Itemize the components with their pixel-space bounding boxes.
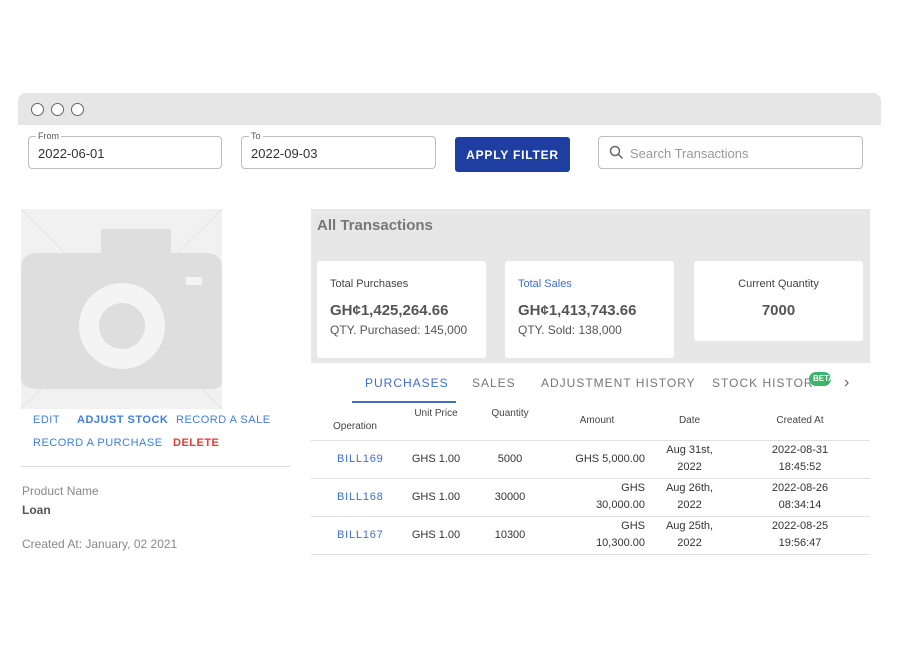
column-header: Operation [311,402,397,441]
created-time: 19:56:47 [778,537,822,549]
created-at-cell: 2022-08-26 08:34:14 [730,478,870,517]
created-at-cell: 2022-08-25 19:56:47 [730,516,870,555]
edit-link[interactable]: EDIT [33,414,60,426]
tab-adjustment-history[interactable]: ADJUSTMENT HISTORY [541,376,696,390]
column-header: Date [649,402,730,441]
card-value: 7000 [761,302,796,319]
created-date: 2022-08-31 [771,444,829,456]
date-line: 2022 [677,537,702,549]
transaction-tabs: PURCHASES SALES ADJUSTMENT HISTORY STOCK… [311,370,870,404]
created-time: 08:34:14 [778,499,822,511]
date-cell: Aug 31st, 2022 [649,440,730,479]
record-purchase-link[interactable]: RECORD A PURCHASE [33,437,163,449]
current-quantity-card: Current Quantity 7000 [694,261,863,341]
window-circle-icon[interactable] [51,103,64,116]
total-purchases-card: Total Purchases GH¢1,425,264.66 QTY. Pur… [317,261,486,358]
product-image-placeholder [21,209,222,409]
panel-title: All Transactions [317,217,433,234]
amount-line: 30,000.00 [596,499,645,511]
quantity-cell: 5000 [475,440,545,479]
created-date: 2022-08-25 [771,520,829,532]
unit-price-cell: GHS 1.00 [397,440,475,479]
from-date-field[interactable]: From 2022-06-01 [28,130,222,169]
tab-stock-history[interactable]: STOCK HISTOR [712,376,814,390]
column-header: Created At [730,402,870,441]
search-placeholder: Search Transactions [630,146,749,161]
from-date-value[interactable]: 2022-06-01 [38,146,105,161]
to-date-value[interactable]: 2022-09-03 [251,146,318,161]
quantity-cell: 30000 [475,478,545,517]
created-at-text: Created At: January, 02 2021 [22,537,178,551]
operation-link[interactable]: BILL167 [311,516,397,555]
product-name-value: Loan [22,503,51,517]
date-line: Aug 31st, [666,444,713,456]
search-icon [609,145,624,160]
card-value: GH¢1,413,743.66 [518,302,637,319]
amount-cell: GHS 5,000.00 [545,440,649,479]
created-time: 18:45:52 [778,461,822,473]
table-header-row: Operation Unit Price Quantity Amount Dat… [311,402,870,441]
beta-badge: BETA [809,372,831,386]
unit-price-cell: GHS 1.00 [397,516,475,555]
adjust-stock-link[interactable]: ADJUST STOCK [77,414,168,426]
table-row[interactable]: BILL168 GHS 1.00 30000 GHS 30,000.00 Aug … [311,478,870,517]
window-title-bar [18,93,881,125]
chevron-right-icon[interactable]: › [844,374,849,392]
window-circle-icon[interactable] [31,103,44,116]
amount-line: GHS [621,520,645,532]
total-sales-card: Total Sales GH¢1,413,743.66 QTY. Sold: 1… [505,261,674,358]
unit-price-cell: GHS 1.00 [397,478,475,517]
date-cell: Aug 26th, 2022 [649,478,730,517]
date-line: 2022 [677,461,702,473]
date-cell: Aug 25th, 2022 [649,516,730,555]
operation-link[interactable]: BILL169 [311,440,397,479]
created-date: 2022-08-26 [771,482,829,494]
card-subtext: QTY. Sold: 138,000 [518,323,622,337]
divider [21,466,290,467]
tab-sales[interactable]: SALES [472,376,516,390]
amount-cell: GHS 30,000.00 [545,478,649,517]
operation-link[interactable]: BILL168 [311,478,397,517]
transactions-summary-panel: All Transactions Total Purchases GH¢1,42… [311,209,870,363]
search-input[interactable]: Search Transactions [598,136,863,169]
card-title: Current Quantity [738,278,819,290]
table-row[interactable]: BILL167 GHS 1.00 10300 GHS 10,300.00 Aug … [311,516,870,555]
tab-purchases[interactable]: PURCHASES [365,376,449,390]
date-line: 2022 [677,499,702,511]
quantity-cell: 10300 [475,516,545,555]
card-subtext: QTY. Purchased: 145,000 [330,323,468,337]
amount-line: GHS 5,000.00 [575,452,645,465]
date-line: Aug 26th, [665,482,714,494]
window-circle-icon[interactable] [71,103,84,116]
card-title: Total Purchases [330,278,409,290]
amount-cell: GHS 10,300.00 [545,516,649,555]
column-header: Amount [545,402,649,441]
from-date-label: From [36,130,61,142]
to-date-field[interactable]: To 2022-09-03 [241,130,436,169]
record-sale-link[interactable]: RECORD A SALE [176,414,271,426]
amount-line: GHS [621,482,645,494]
date-line: Aug 25th, [665,520,714,532]
column-header: Quantity [475,402,545,441]
product-name-label: Product Name [22,484,99,498]
card-value: GH¢1,425,264.66 [330,302,449,319]
created-at-cell: 2022-08-31 18:45:52 [730,440,870,479]
apply-filter-button[interactable]: APPLY FILTER [455,137,570,172]
table-row[interactable]: BILL169 GHS 1.00 5000 GHS 5,000.00 Aug 3… [311,440,870,479]
column-header: Unit Price [397,402,475,441]
camera-icon [21,209,222,409]
card-title: Total Sales [518,278,572,290]
amount-line: 10,300.00 [596,537,645,549]
to-date-label: To [249,130,263,142]
purchases-table: Operation Unit Price Quantity Amount Dat… [311,402,870,555]
delete-link[interactable]: DELETE [173,437,219,449]
